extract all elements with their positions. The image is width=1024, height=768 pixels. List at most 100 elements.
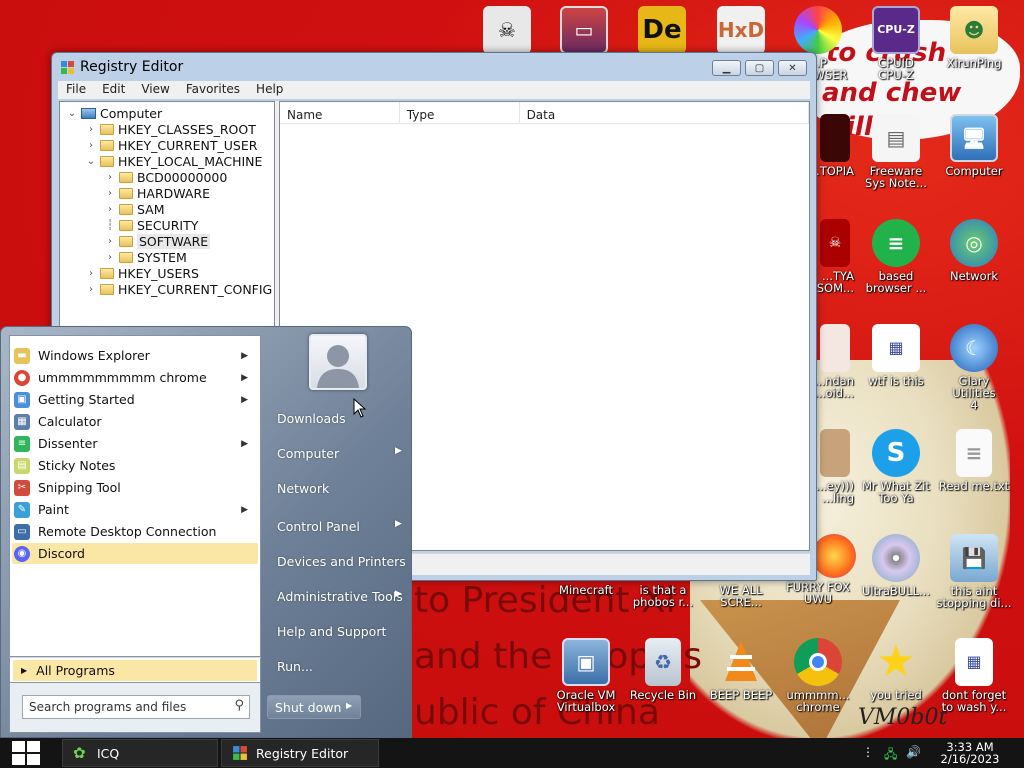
column-data[interactable]: Data bbox=[520, 102, 809, 123]
clock-date: 2/16/2023 bbox=[940, 752, 1000, 766]
taskbar-button-label: Registry Editor bbox=[256, 745, 349, 761]
desktop-icon[interactable]: CPU-Z CPUID CPU-Z bbox=[858, 6, 934, 81]
tree-node[interactable]: › SAM bbox=[104, 201, 165, 217]
tree-node-label: HKEY_CURRENT_USER bbox=[118, 137, 258, 153]
desktop-icon[interactable]: De bbox=[624, 6, 700, 57]
user-avatar[interactable] bbox=[309, 334, 367, 390]
desktop-icon[interactable]: ≡ based browser ... bbox=[858, 219, 934, 294]
chevron-right-icon[interactable]: › bbox=[104, 172, 116, 183]
desktop-icon[interactable]: UltraBULL... bbox=[858, 534, 934, 597]
tree-node[interactable]: › HKEY_CURRENT_USER bbox=[85, 137, 257, 153]
desktop-icon[interactable]: ▣ Oracle VM Virtualbox bbox=[548, 638, 624, 713]
desktop-icon[interactable]: ▦ dont forget to wash y... bbox=[936, 638, 1012, 713]
start-menu-item[interactable]: ✂ Snipping Tool bbox=[12, 477, 258, 498]
volume-icon[interactable]: 🔊 bbox=[906, 745, 921, 759]
desktop-icon[interactable]: ♻ Recycle Bin bbox=[625, 638, 701, 701]
menu-edit[interactable]: Edit bbox=[94, 81, 133, 99]
column-type[interactable]: Type bbox=[400, 102, 520, 123]
desktop-icon[interactable]: S Mr What Zit Too Ya bbox=[858, 429, 934, 504]
desktop-icon[interactable]: ≡ Read me.txt bbox=[936, 429, 1012, 492]
start-menu-link[interactable]: Control Panel ▶ bbox=[277, 519, 403, 534]
start-menu-link[interactable]: Devices and Printers bbox=[277, 554, 406, 569]
calculator-icon: ▦ bbox=[14, 413, 30, 430]
start-menu-link[interactable]: Run... bbox=[277, 659, 403, 674]
chevron-right-icon[interactable]: › bbox=[85, 284, 97, 295]
shut-down-button[interactable]: Shut down ▶ bbox=[267, 695, 361, 719]
desktop-icon-label: dont forget to wash y... bbox=[941, 688, 1007, 714]
start-menu-item[interactable]: ▭ Remote Desktop Connection bbox=[12, 521, 258, 542]
desktop-icon[interactable]: HxD bbox=[703, 6, 779, 57]
chevron-right-icon[interactable]: › bbox=[104, 204, 116, 215]
desktop-icon[interactable]: ◎ Network bbox=[936, 219, 1012, 282]
tree-node[interactable]: › SYSTEM bbox=[104, 249, 187, 265]
start-menu-item-label: Calculator bbox=[38, 414, 102, 429]
start-button[interactable] bbox=[0, 738, 52, 768]
submenu-arrow-icon: ▶ bbox=[395, 519, 402, 529]
desktop-icon[interactable]: 🖥 Computer bbox=[936, 114, 1012, 177]
start-menu-item[interactable]: ● ummmmmmmmm chrome ▶ bbox=[12, 367, 258, 388]
chevron-right-icon[interactable]: › bbox=[104, 252, 116, 263]
desktop-icon[interactable]: ▦ wtf is this bbox=[858, 324, 934, 387]
menu-favorites[interactable]: Favorites bbox=[178, 81, 248, 99]
column-name[interactable]: Name bbox=[280, 102, 400, 123]
chevron-right-icon[interactable]: › bbox=[85, 268, 97, 279]
start-menu-link[interactable]: Network bbox=[277, 481, 403, 496]
tray-overflow-icon[interactable]: ⋮ bbox=[862, 745, 874, 759]
search-input[interactable]: Search programs and files ⚲ bbox=[22, 695, 250, 719]
close-button[interactable]: ✕ bbox=[778, 60, 807, 76]
tree-node-label: SYSTEM bbox=[137, 249, 187, 265]
taskbar-button-icq[interactable]: ✿ ICQ bbox=[62, 739, 218, 767]
start-menu-link[interactable]: Computer ▶ bbox=[277, 446, 403, 461]
chevron-down-icon[interactable]: ⌄ bbox=[66, 108, 78, 119]
desktop-icon[interactable]: ☾ Glary Utilities 4 bbox=[936, 324, 1012, 411]
start-menu-item[interactable]: ≡ Dissenter ▶ bbox=[12, 433, 258, 454]
desktop-icon[interactable]: Minecraft bbox=[548, 584, 624, 596]
desktop-icon[interactable]: ▭ bbox=[546, 6, 622, 57]
desktop-icon[interactable]: ummmm... chrome bbox=[780, 638, 856, 713]
chevron-down-icon[interactable]: ⌄ bbox=[85, 156, 97, 167]
chevron-right-icon[interactable]: › bbox=[104, 188, 116, 199]
minimize-button[interactable]: ▁ bbox=[712, 60, 741, 76]
taskbar-button-registry-editor[interactable]: Registry Editor bbox=[221, 739, 379, 767]
tree-node[interactable]: › HKEY_USERS bbox=[85, 265, 199, 281]
start-menu-item[interactable]: ▦ Calculator bbox=[12, 411, 258, 432]
clock[interactable]: 3:33 AM 2/16/2023 bbox=[938, 741, 1002, 765]
menu-view[interactable]: View bbox=[133, 81, 177, 99]
desktop-icon[interactable]: is that a phobos r... bbox=[625, 584, 701, 608]
tree-node[interactable]: › BCD00000000 bbox=[104, 169, 227, 185]
start-menu-link[interactable]: Administrative Tools ▶ bbox=[277, 589, 403, 604]
tree-node[interactable]: ┆ SECURITY bbox=[104, 217, 198, 233]
menu-help[interactable]: Help bbox=[248, 81, 291, 99]
start-menu-item[interactable]: ▬ Windows Explorer ▶ bbox=[12, 345, 258, 366]
start-menu-link[interactable]: Help and Support bbox=[277, 624, 403, 639]
tree-node[interactable]: ⌄ Computer bbox=[66, 105, 162, 121]
start-menu-link[interactable]: Downloads bbox=[277, 411, 403, 426]
title-bar[interactable]: Registry Editor ▁ ▢ ✕ bbox=[52, 53, 816, 80]
desktop-icon[interactable]: ☻ XirunPing bbox=[936, 6, 1012, 69]
start-menu-link-label: Control Panel bbox=[277, 519, 360, 534]
start-menu-item[interactable]: ✎ Paint ▶ bbox=[12, 499, 258, 520]
tree-node[interactable]: › SOFTWARE bbox=[104, 233, 211, 249]
tree-node[interactable]: › HKEY_CLASSES_ROOT bbox=[85, 121, 256, 137]
desktop-icon[interactable]: ▤ Freeware Sys Note... bbox=[858, 114, 934, 189]
network-tray-icon[interactable]: 🖧 bbox=[884, 745, 897, 766]
tree-node[interactable]: ⌄ HKEY_LOCAL_MACHINE bbox=[85, 153, 263, 169]
tree-node[interactable]: › HARDWARE bbox=[104, 185, 210, 201]
maximize-button[interactable]: ▢ bbox=[745, 60, 774, 76]
start-menu-link-label: Help and Support bbox=[277, 624, 387, 639]
chevron-right-icon[interactable]: › bbox=[85, 140, 97, 151]
start-menu-item[interactable]: ◉ Discord bbox=[12, 543, 258, 564]
desktop-icon[interactable]: BEEP BEEP bbox=[703, 638, 779, 701]
start-menu-item[interactable]: ▤ Sticky Notes bbox=[12, 455, 258, 476]
desktop-icon[interactable]: ★ you tried bbox=[858, 638, 934, 702]
all-programs-button[interactable]: ▶ All Programs bbox=[13, 660, 257, 681]
chevron-right-icon[interactable]: › bbox=[104, 236, 116, 247]
shut-down-options-icon[interactable]: ▶ bbox=[346, 701, 352, 710]
start-menu-item[interactable]: ▣ Getting Started ▶ bbox=[12, 389, 258, 410]
desktop-icon[interactable]: ☠ bbox=[469, 6, 545, 57]
desktop-icon[interactable]: WE ALL SCRE... bbox=[703, 584, 779, 608]
chevron-right-icon[interactable]: › bbox=[85, 124, 97, 135]
tree-node[interactable]: › HKEY_CURRENT_CONFIG bbox=[85, 281, 272, 297]
desktop-icon[interactable]: 💾 this aint stopping di... bbox=[936, 534, 1012, 609]
menu-file[interactable]: File bbox=[58, 81, 94, 99]
